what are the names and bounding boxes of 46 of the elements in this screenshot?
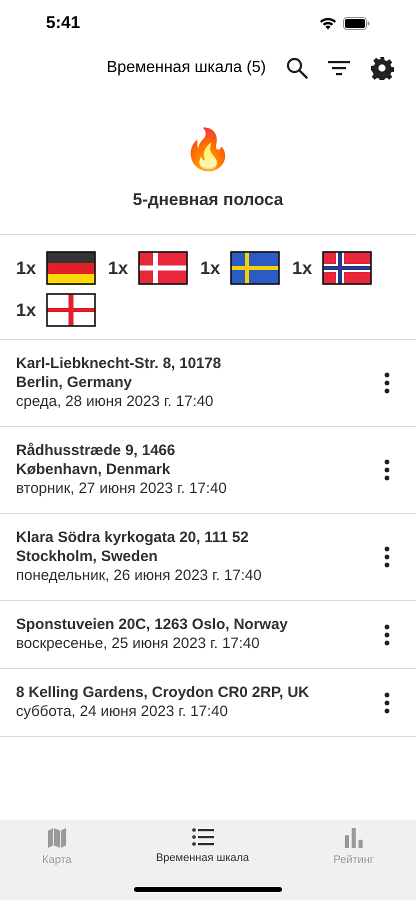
flag-count: 1x bbox=[16, 300, 36, 320]
flag-icon bbox=[322, 251, 372, 285]
address-text: Rådhusstræde 9, 1466 bbox=[16, 441, 176, 460]
more-icon[interactable] bbox=[384, 692, 390, 714]
flag-count: 1x bbox=[16, 258, 36, 278]
wifi-icon bbox=[319, 16, 337, 30]
flag-count: 1x bbox=[200, 258, 220, 278]
timeline-entry[interactable]: Sponstuveien 20C, 1263 Oslo, Norway воскресенье, 25 июня 2023 г. 17:40 bbox=[0, 601, 416, 669]
more-icon[interactable] bbox=[384, 459, 390, 481]
list-icon bbox=[192, 828, 214, 846]
fire-icon: 🔥 bbox=[183, 126, 233, 174]
more-icon[interactable] bbox=[384, 372, 390, 394]
date-text: суббота, 24 июня 2023 г. 17:40 bbox=[16, 702, 229, 722]
settings-icon[interactable] bbox=[370, 56, 394, 80]
address-text: Berlin, Germany bbox=[16, 373, 133, 392]
timeline-entry[interactable]: Karl-Liebknecht-Str. 8, 10178 Berlin, Germany среда, 28 июня 2023 г. 17:40 bbox=[0, 340, 416, 427]
battery-icon bbox=[343, 16, 370, 30]
search-icon[interactable] bbox=[286, 57, 308, 79]
address-text: Klara Södra kyrkogata 20, 111 52 bbox=[16, 528, 250, 547]
date-text: вторник, 27 июня 2023 г. 17:40 bbox=[16, 479, 227, 499]
chart-icon bbox=[344, 828, 364, 848]
tab-item[interactable]: Временная шкала bbox=[146, 826, 260, 868]
map-icon bbox=[46, 828, 67, 848]
flag-count: 1x bbox=[108, 258, 128, 278]
flag-icon bbox=[46, 293, 96, 327]
streak-title: 5-дневная полоса bbox=[132, 190, 284, 210]
address-text: Stockholm, Sweden bbox=[16, 547, 159, 566]
flag-count: 1x bbox=[292, 258, 312, 278]
filter-icon[interactable] bbox=[328, 60, 350, 76]
date-text: среда, 28 июня 2023 г. 17:40 bbox=[16, 392, 214, 412]
flag-icon bbox=[230, 251, 280, 285]
address-text: København, Denmark bbox=[16, 460, 172, 479]
date-text: понедельник, 26 июня 2023 г. 17:40 bbox=[16, 566, 262, 586]
status-time: 5:41 bbox=[46, 13, 80, 33]
timeline-entry[interactable]: Rådhusstræde 9, 1466 København, Denmark вторник, 27 июня 2023 г. 17:40 bbox=[0, 427, 416, 514]
more-icon[interactable] bbox=[384, 546, 390, 568]
timeline-entry[interactable]: Klara Södra kyrkogata 20, 111 52 Stockholm, Sweden понедельник, 26 июня 2023 г. 17:40 bbox=[0, 514, 416, 601]
screen-title: Временная шкала (5) bbox=[106, 59, 266, 77]
address-text: Sponstuveien 20C, 1263 Oslo, Norway bbox=[16, 615, 288, 634]
address-text: 8 Kelling Gardens, Croydon CR0 2RP, UK bbox=[16, 683, 310, 702]
date-text: воскресенье, 25 июня 2023 г. 17:40 bbox=[16, 634, 261, 654]
more-icon[interactable] bbox=[384, 624, 390, 646]
flag-icon bbox=[138, 251, 188, 285]
timeline-entry[interactable]: 8 Kelling Gardens, Croydon CR0 2RP, UK суббота, 24 июня 2023 г. 17:40 bbox=[0, 669, 416, 737]
address-text: Karl-Liebknecht-Str. 8, 10178 bbox=[16, 354, 222, 373]
flag-icon bbox=[46, 251, 96, 285]
